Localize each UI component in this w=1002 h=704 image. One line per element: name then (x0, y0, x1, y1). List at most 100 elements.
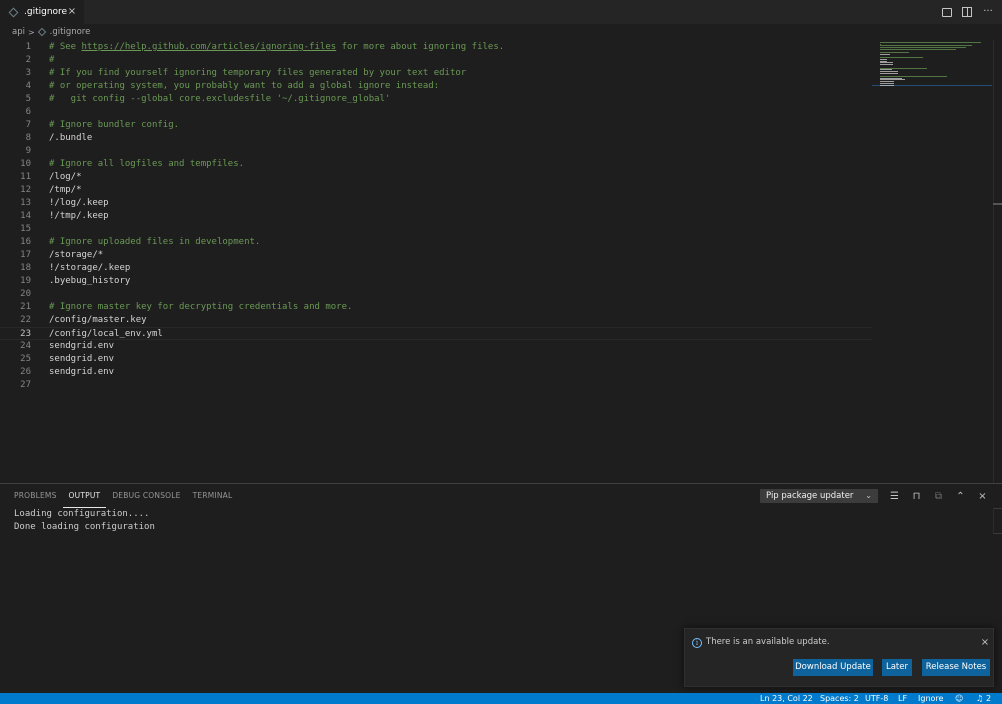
code-line[interactable]: 14 !/tmp/.keep (0, 210, 872, 223)
code-text: sendgrid.env (49, 366, 114, 379)
editor-scrollbar[interactable] (993, 40, 1002, 483)
code-line[interactable]: 25 sendgrid.env (0, 353, 872, 366)
close-notification-icon[interactable]: × (979, 637, 991, 649)
code-text: # or operating system, you probably want… (49, 80, 439, 93)
download-update-button[interactable]: Download Update (793, 659, 873, 676)
end-of-line[interactable]: LF (898, 693, 907, 704)
status-bar: Ln 23, Col 22 Spaces: 2 UTF-8 LF Ignore … (0, 693, 1002, 704)
chevron-down-icon: ⌄ (865, 491, 872, 500)
code-editor[interactable]: 1 # See https://help.github.com/articles/… (0, 40, 1002, 483)
split-editor-icon[interactable] (962, 7, 972, 17)
code-line[interactable]: 8 /.bundle (0, 132, 872, 145)
clear-output-icon[interactable]: ☰ (888, 490, 901, 503)
code-token: for more about ignoring files. (336, 42, 505, 52)
output-line: Loading configuration.... (14, 509, 150, 519)
code-line[interactable]: 7 # Ignore bundler config. (0, 119, 872, 132)
code-line[interactable]: 2 # (0, 54, 872, 67)
code-line[interactable]: 4 # or operating system, you probably wan… (0, 80, 872, 93)
code-line[interactable]: 5 # git config --global core.excludesfile… (0, 93, 872, 106)
close-panel-icon[interactable]: × (976, 490, 989, 503)
line-number: 16 (20, 237, 31, 247)
line-number: 21 (20, 302, 31, 312)
code-text: !/log/.keep (49, 197, 109, 210)
tab-terminal[interactable]: TERMINAL (187, 484, 239, 508)
code-token: !/storage/.keep (49, 263, 131, 273)
code-line[interactable]: 10 # Ignore all logfiles and tempfiles. (0, 158, 872, 171)
code-line[interactable]: 3 # If you find yourself ignoring tempora… (0, 67, 872, 80)
tab-gitignore[interactable]: .gitignore × (0, 0, 84, 24)
feedback-icon[interactable]: ☺ (955, 693, 963, 704)
code-line[interactable]: 6 (0, 106, 872, 119)
code-token: sendgrid.env (49, 354, 115, 364)
line-number: 24 (20, 341, 31, 351)
tab-output[interactable]: OUTPUT (62, 484, 107, 508)
later-button[interactable]: Later (882, 659, 912, 676)
maximize-panel-icon[interactable]: ⌃ (954, 490, 967, 503)
minimap[interactable] (880, 40, 992, 100)
output-channel-select[interactable]: Pip package updater ⌄ (760, 489, 878, 503)
code-text: /log/* (49, 171, 82, 184)
tab-debug-console[interactable]: DEBUG CONSOLE (106, 484, 186, 508)
breadcrumb-folder[interactable]: api (12, 27, 25, 37)
code-text: /tmp/* (49, 184, 82, 197)
code-line[interactable]: 9 (0, 145, 872, 158)
more-actions-icon[interactable]: ··· (982, 6, 994, 18)
code-token: # git config --global core.excludesfile … (49, 94, 391, 104)
code-token: sendgrid.env (49, 341, 115, 351)
notifications-bell-icon[interactable]: ♫ (976, 693, 983, 704)
breadcrumb-file[interactable]: .gitignore (50, 27, 91, 37)
update-notification: i There is an available update. × Downlo… (684, 628, 994, 687)
code-line[interactable]: 13 !/log/.keep (0, 197, 872, 210)
indentation[interactable]: Spaces: 2 (820, 693, 859, 704)
code-line[interactable]: 15 (0, 223, 872, 236)
code-line[interactable]: 18 !/storage/.keep (0, 262, 872, 275)
cursor-position[interactable]: Ln 23, Col 22 (760, 693, 813, 704)
release-notes-button[interactable]: Release Notes (922, 659, 990, 676)
notifications-count[interactable]: 2 (986, 693, 991, 704)
line-number: 2 (25, 55, 31, 65)
tab-close-icon[interactable]: × (66, 6, 78, 18)
notification-message: There is an available update. (706, 637, 830, 647)
language-mode[interactable]: Ignore (918, 693, 943, 704)
line-number: 11 (20, 172, 31, 182)
code-line[interactable]: 22/config/master.key (0, 314, 872, 327)
line-number: 22 (20, 315, 31, 325)
line-number: 25 (20, 354, 31, 364)
code-link[interactable]: https://help.github.com/articles/ignorin… (82, 42, 337, 52)
minimap-line (880, 42, 981, 43)
code-line[interactable]: 17/storage/* (0, 249, 872, 262)
code-line[interactable]: 21 # Ignore master key for decrypting cre… (0, 301, 872, 314)
open-changes-icon[interactable] (942, 7, 952, 17)
minimap-line (880, 53, 890, 55)
line-number: 3 (25, 68, 31, 78)
code-line[interactable]: 19 .byebug_history (0, 275, 872, 288)
code-token: !/log/.keep (49, 198, 109, 208)
encoding[interactable]: UTF-8 (865, 693, 888, 704)
code-line[interactable]: 1 # See https://help.github.com/articles/… (0, 41, 872, 54)
code-line[interactable]: 16 # Ignore uploaded files in development… (0, 236, 872, 249)
code-text: /config/master.key (49, 314, 147, 327)
tab-problems[interactable]: PROBLEMS (8, 484, 63, 508)
open-log-icon[interactable]: ⧉ (932, 490, 945, 503)
code-text: !/storage/.keep (49, 262, 130, 275)
code-line[interactable]: 24 sendgrid.env (0, 340, 872, 353)
line-number: 14 (20, 211, 31, 221)
code-token: # Ignore bundler config. (49, 120, 180, 130)
panel-scrollbar[interactable] (993, 508, 1002, 534)
code-line[interactable]: 27 (0, 379, 872, 392)
panel-actions: ☰ ⊓ ⧉ ⌃ × (888, 484, 989, 508)
code-line[interactable]: 26 sendgrid.env (0, 366, 872, 379)
code-token: sendgrid.env (49, 367, 115, 377)
code-token: # or operating system, you probably want… (49, 81, 440, 91)
code-line[interactable]: 20 (0, 288, 872, 301)
code-line[interactable]: 11/log/* (0, 171, 872, 184)
code-token: # Ignore uploaded files in development. (49, 237, 261, 247)
code-line[interactable]: 23/config/local_env.yml (0, 327, 872, 340)
code-line[interactable]: 12/tmp/* (0, 184, 872, 197)
code-token: !/tmp/.keep (49, 211, 109, 221)
code-token: /tmp/* (49, 185, 82, 195)
lock-scroll-icon[interactable]: ⊓ (910, 490, 923, 503)
line-number: 18 (20, 263, 31, 273)
line-number: 17 (20, 250, 31, 260)
line-number: 4 (25, 81, 31, 91)
